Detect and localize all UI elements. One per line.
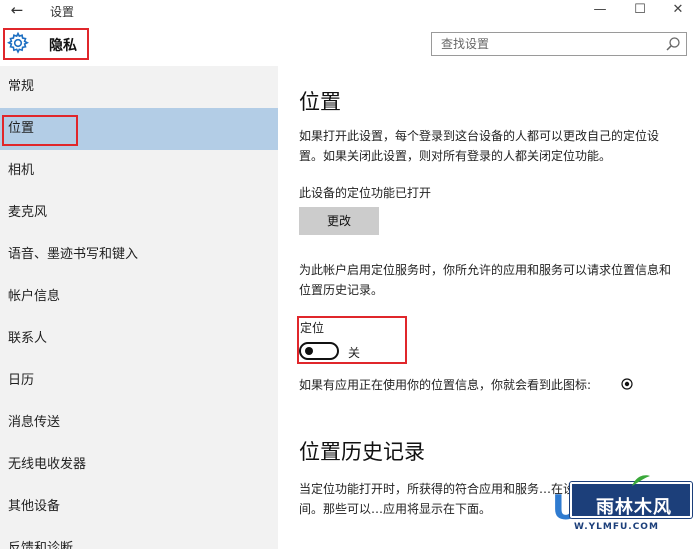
sidebar-item-other-devices[interactable]: 其他设备 xyxy=(0,486,278,528)
location-toggle-state: 关 xyxy=(348,346,361,360)
account-location-description: 为此帐户启用定位服务时，你所允许的应用和服务可以请求位置信息和位置历史记录。 xyxy=(299,263,672,297)
header: 隐私 xyxy=(0,22,700,66)
sidebar-item-messaging[interactable]: 消息传送 xyxy=(0,402,278,444)
sidebar-item-account-info[interactable]: 帐户信息 xyxy=(0,276,278,318)
location-target-icon xyxy=(621,378,633,390)
search-box[interactable] xyxy=(431,32,687,56)
location-description: 如果打开此设置，每个登录到这台设备的人都可以更改自己的定位设置。如果关闭此设置，… xyxy=(299,129,660,163)
window-title: 设置 xyxy=(50,5,75,19)
toggle-knob xyxy=(305,347,313,355)
title-bar: ← 设置 — ☐ ✕ xyxy=(0,0,700,22)
location-toggle-label: 定位 xyxy=(300,321,325,335)
sidebar-item-contacts[interactable]: 联系人 xyxy=(0,318,278,360)
location-history-title: 位置历史记录 xyxy=(299,440,425,464)
sidebar: 常规 位置 相机 麦克风 语音、墨迹书写和键入 帐户信息 联系人 日历 消息传送… xyxy=(0,66,278,549)
back-arrow-icon[interactable]: ← xyxy=(7,1,27,19)
sidebar-item-general[interactable]: 常规 xyxy=(0,66,278,108)
device-location-status: 此设备的定位功能已打开 xyxy=(299,186,432,200)
leaf-icon xyxy=(632,475,650,486)
sidebar-item-radios[interactable]: 无线电收发器 xyxy=(0,444,278,486)
site-watermark: U 雨林木风 W.YLMFU.COM xyxy=(552,475,694,540)
location-in-use-text: 如果有应用正在使用你的位置信息，你就会看到此图标: xyxy=(299,378,592,392)
sidebar-item-feedback-diagnostics[interactable]: 反馈和诊断 xyxy=(0,528,278,549)
section-title: 隐私 xyxy=(49,38,77,54)
watermark-logo-text: 雨林木风 xyxy=(596,497,672,518)
close-button[interactable]: ✕ xyxy=(656,0,700,22)
sidebar-item-speech-inking-typing[interactable]: 语音、墨迹书写和键入 xyxy=(0,234,278,276)
sidebar-item-microphone[interactable]: 麦克风 xyxy=(0,192,278,234)
location-toggle[interactable] xyxy=(299,342,339,360)
search-input[interactable] xyxy=(432,33,660,55)
watermark-url: W.YLMFU.COM xyxy=(574,522,659,532)
page-title: 位置 xyxy=(299,90,341,114)
change-button[interactable]: 更改 xyxy=(299,207,379,235)
search-icon[interactable] xyxy=(665,36,681,52)
sidebar-item-calendar[interactable]: 日历 xyxy=(0,360,278,402)
minimize-button[interactable]: — xyxy=(578,0,622,22)
sidebar-item-camera[interactable]: 相机 xyxy=(0,150,278,192)
sidebar-item-location[interactable]: 位置 xyxy=(0,108,278,150)
